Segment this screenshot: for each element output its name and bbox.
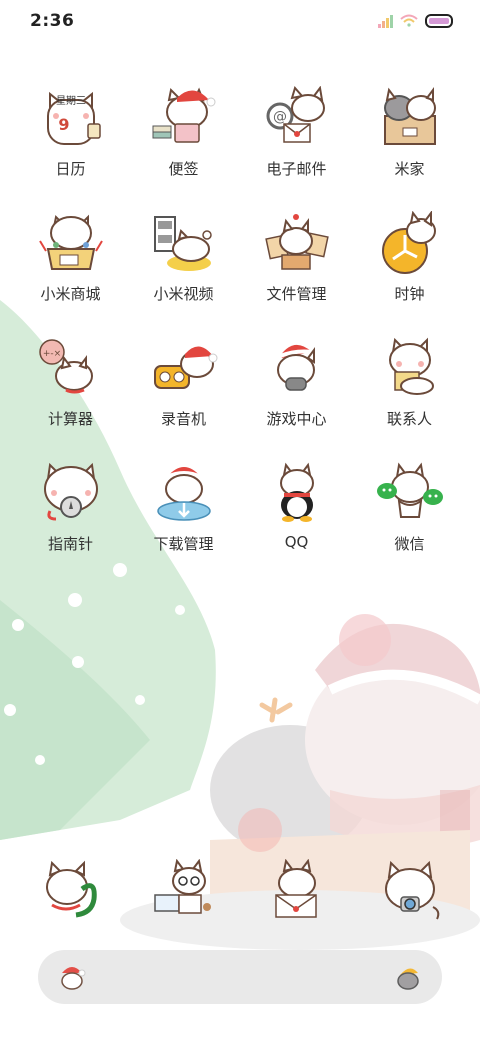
- camera-cat-icon: [384, 860, 439, 920]
- app-label: 录音机: [160, 410, 206, 428]
- app-notes[interactable]: 便签: [127, 86, 240, 211]
- app-qq[interactable]: QQ: [240, 461, 353, 586]
- messages-cat-icon: [274, 859, 317, 918]
- calendar-weekday: 星期三: [56, 95, 86, 107]
- signal-icon: [378, 15, 393, 28]
- mijia-cat-icon: [383, 87, 436, 145]
- compass-cat-icon: [43, 462, 98, 521]
- battery-icon: [425, 14, 453, 28]
- app-mijia[interactable]: 米家: [353, 86, 466, 211]
- wechat-cat-icon: [376, 462, 443, 518]
- phone-cat-icon: [45, 860, 97, 918]
- contacts-cat-icon: [388, 337, 434, 395]
- app-calendar[interactable]: 星期三 9 日历: [14, 86, 127, 211]
- app-wechat[interactable]: 微信: [353, 461, 466, 586]
- search-input[interactable]: [98, 950, 382, 1006]
- app-email[interactable]: @ 电子邮件: [240, 86, 353, 211]
- app-label: 指南针: [47, 535, 93, 553]
- app-label: 计算器: [47, 410, 93, 428]
- files-cat-icon: [264, 214, 329, 270]
- download-cat-icon: [156, 467, 211, 521]
- app-recorder[interactable]: 录音机: [127, 336, 240, 461]
- status-bar: 2:36: [0, 0, 480, 44]
- calendar-cat-icon: 星期三 9: [46, 91, 101, 145]
- app-calculator[interactable]: +-× 计算器: [14, 336, 127, 461]
- svg-text:+-×: +-×: [42, 349, 60, 359]
- dock-messages[interactable]: [240, 856, 353, 926]
- status-time: 2:36: [30, 11, 75, 31]
- grey-cat-icon: [397, 968, 419, 990]
- app-label: 联系人: [386, 410, 432, 428]
- game-cat-icon: [276, 344, 315, 391]
- app-grid: 星期三 9 日历 便签 @ 电子邮件 米家 小米商城 小米视频 文件管理 时钟 …: [14, 86, 466, 586]
- app-compass[interactable]: 指南针: [14, 461, 127, 586]
- dock: [14, 856, 466, 926]
- santa-cat-icon: [61, 967, 86, 990]
- app-mi-store[interactable]: 小米商城: [14, 211, 127, 336]
- search-bar[interactable]: [38, 950, 442, 1006]
- app-file-manager[interactable]: 文件管理: [240, 211, 353, 336]
- app-label: 小米视频: [153, 285, 214, 303]
- dock-browser[interactable]: [127, 856, 240, 926]
- app-label: 游戏中心: [266, 410, 327, 428]
- browser-cat-icon: [153, 859, 211, 914]
- clock-cat-icon: [381, 211, 436, 274]
- app-clock[interactable]: 时钟: [353, 211, 466, 336]
- app-label: QQ: [284, 533, 309, 551]
- calculator-cat-icon: +-×: [38, 339, 93, 394]
- app-game-center[interactable]: 游戏中心: [240, 336, 353, 461]
- app-label: 小米商城: [40, 285, 101, 303]
- store-cat-icon: [38, 214, 103, 270]
- app-label: 日历: [55, 160, 86, 178]
- app-label: 微信: [394, 535, 425, 553]
- notes-cat-icon: [152, 87, 215, 143]
- app-label: 电子邮件: [266, 160, 327, 178]
- app-mi-video[interactable]: 小米视频: [127, 211, 240, 336]
- app-label: 文件管理: [266, 285, 327, 303]
- app-downloads[interactable]: 下载管理: [127, 461, 240, 586]
- dock-camera[interactable]: [353, 856, 466, 926]
- calendar-date: 9: [58, 115, 69, 134]
- app-contacts[interactable]: 联系人: [353, 336, 466, 461]
- qq-penguin-cat-icon: [279, 462, 314, 522]
- dock-phone[interactable]: [14, 856, 127, 926]
- recorder-cat-icon: [153, 346, 217, 389]
- video-cat-icon: [153, 216, 212, 271]
- app-label: 便签: [168, 160, 199, 178]
- app-label: 下载管理: [153, 535, 214, 553]
- wifi-icon: [400, 14, 418, 27]
- app-label: 时钟: [394, 285, 425, 303]
- svg-text:@: @: [273, 109, 287, 125]
- status-icons: [378, 14, 453, 28]
- email-cat-icon: @: [266, 86, 325, 143]
- app-label: 米家: [394, 160, 425, 178]
